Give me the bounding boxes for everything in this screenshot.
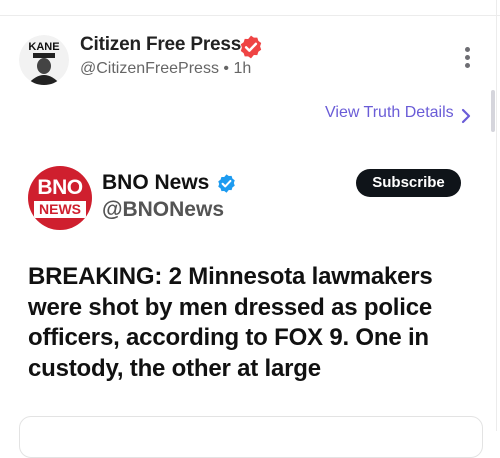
author-handle[interactable]: @CitizenFreePress: [80, 60, 219, 77]
logo-text-bno: BNO: [37, 176, 83, 199]
kane-avatar-image: KANE: [19, 35, 69, 85]
view-truth-details-link[interactable]: View Truth Details: [325, 104, 454, 122]
top-divider: [0, 15, 500, 16]
right-divider: [496, 0, 497, 431]
author-name[interactable]: Citizen Free Press: [80, 34, 241, 56]
embed-author-name[interactable]: BNO News: [102, 171, 209, 195]
next-card[interactable]: [19, 416, 483, 458]
embed-author-handle[interactable]: @BNONews: [102, 198, 224, 222]
verified-badge-icon: [218, 174, 235, 193]
chevron-right-icon[interactable]: [460, 108, 472, 124]
author-avatar[interactable]: KANE: [19, 35, 69, 85]
meta-separator: •: [223, 60, 230, 77]
logo-text-news: NEWS: [39, 201, 81, 217]
embed-post-text: BREAKING: 2 Minnesota lawmakers were sho…: [28, 263, 433, 382]
post-time: 1h: [233, 60, 252, 77]
verified-badge-icon: [240, 35, 262, 59]
bno-news-logo[interactable]: BNO NEWS: [28, 166, 92, 230]
more-options-icon[interactable]: [458, 44, 476, 72]
subscribe-button[interactable]: Subscribe: [356, 169, 461, 197]
scrollbar-thumb[interactable]: [491, 90, 495, 132]
author-meta: @CitizenFreePress • 1h: [80, 60, 251, 78]
